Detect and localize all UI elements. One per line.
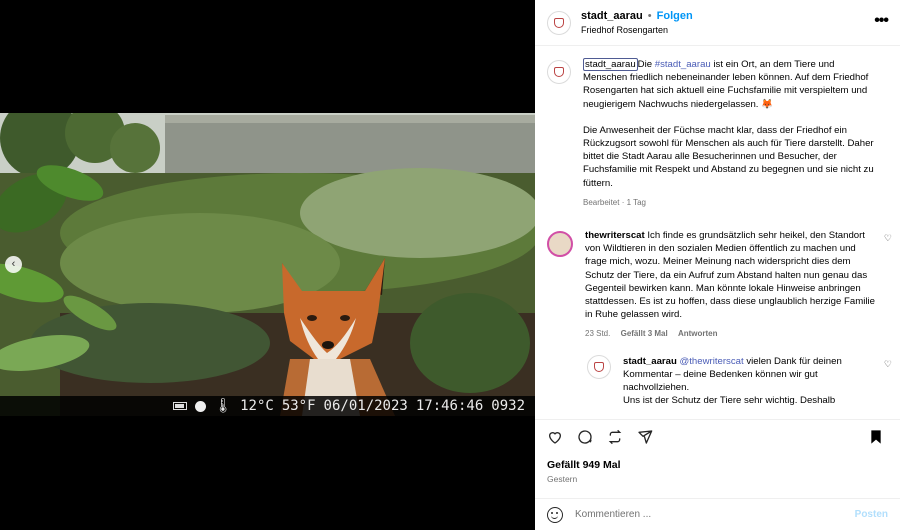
caption-meta: Bearbeitet · 1 Tag: [583, 197, 647, 207]
media-pane: 🌡 12°C 53°F 06/01/2023 17:46:46 0932 ‹: [0, 0, 535, 530]
reply-body: stadt_aarau @thewriterscat vielen Dank f…: [623, 355, 878, 408]
more-options-icon[interactable]: •••: [874, 12, 889, 30]
reply-text-2: Uns ist der Schutz der Tiere sehr wichti…: [623, 395, 836, 407]
avatar[interactable]: [547, 10, 571, 35]
caption-paragraph-1: stadt_aarau Die #stadt_aarau ist ein Ort,…: [583, 58, 875, 111]
comment-composer: Posten: [535, 498, 900, 530]
instagram-post-modal: 🌡 12°C 53°F 06/01/2023 17:46:46 0932 ‹ s…: [0, 0, 900, 530]
osd-time: 17:46:46: [415, 398, 484, 414]
emoji-icon[interactable]: [547, 506, 563, 523]
osd-temp-c: 12°C: [240, 398, 274, 414]
reply-button[interactable]: Antworten: [678, 329, 718, 338]
header-line: stadt_aarau • Folgen: [581, 10, 693, 22]
post-side-panel: stadt_aarau • Folgen Friedhof Rosengarte…: [535, 0, 900, 530]
bookmark-icon[interactable]: [868, 429, 884, 445]
action-bar: [547, 422, 888, 452]
repost-icon[interactable]: [607, 429, 623, 445]
likes-count[interactable]: Gefällt 949 Mal: [547, 459, 621, 471]
comment-meta: 23 Std. Gefällt 3 Mal Antworten: [585, 327, 877, 340]
comment-likes[interactable]: Gefällt 3 Mal: [621, 329, 668, 338]
city-crest-icon: [554, 17, 564, 28]
comment-item: thewriterscat Ich finde es grundsätzlich…: [535, 209, 900, 341]
avatar[interactable]: [547, 231, 573, 258]
header-username[interactable]: stadt_aarau: [581, 10, 643, 22]
reply-text-block: stadt_aarau @thewriterscat vielen Dank f…: [623, 355, 878, 395]
location-link[interactable]: Friedhof Rosengarten: [581, 25, 693, 35]
like-comment-heart-icon[interactable]: ♡: [884, 233, 892, 244]
reply-item: stadt_aarau @thewriterscat vielen Dank f…: [535, 341, 900, 408]
header-separator: •: [647, 10, 652, 22]
hashtag-link[interactable]: #stadt_aarau: [655, 59, 711, 70]
osd-date: 06/01/2023: [323, 398, 408, 414]
caption-paragraph-2: Die Anwesenheit der Füchse macht klar, d…: [583, 124, 874, 189]
osd-frame: 0932: [491, 398, 525, 414]
avatar[interactable]: [547, 60, 571, 84]
post-header: stadt_aarau • Folgen Friedhof Rosengarte…: [535, 0, 900, 46]
caption-body: stadt_aarau Die #stadt_aarau ist ein Ort,…: [583, 58, 875, 209]
thermometer-icon: 🌡: [214, 398, 233, 414]
comment-text-block: thewriterscat Ich finde es grundsätzlich…: [585, 229, 877, 321]
share-icon[interactable]: [637, 429, 653, 445]
fox-photo-illustration: [0, 113, 535, 416]
moon-icon: [195, 400, 207, 412]
comment-time: 23 Std.: [585, 329, 611, 339]
camera-osd: 🌡 12°C 53°F 06/01/2023 17:46:46 0932: [0, 396, 535, 416]
battery-icon: [173, 402, 188, 410]
reply-username[interactable]: stadt_aarau: [623, 356, 677, 367]
city-crest-icon: [554, 67, 564, 77]
follow-button[interactable]: Folgen: [657, 10, 693, 22]
city-crest-icon: [594, 361, 604, 372]
like-reply-heart-icon[interactable]: ♡: [884, 359, 892, 370]
post-date: Gestern: [547, 474, 578, 484]
chevron-left-icon: ‹: [11, 258, 16, 270]
mention-link[interactable]: @thewriterscat: [680, 356, 744, 367]
previous-image-button[interactable]: ‹: [5, 256, 22, 273]
heart-icon[interactable]: [547, 429, 563, 445]
comment-body: thewriterscat Ich finde es grundsätzlich…: [585, 229, 877, 341]
header-text: stadt_aarau • Folgen Friedhof Rosengarte…: [581, 10, 693, 35]
caption-username[interactable]: stadt_aarau: [583, 58, 638, 71]
comment-text: Ich finde es grundsätzlich sehr heikel, …: [585, 230, 875, 321]
comments-section[interactable]: stadt_aarau Die #stadt_aarau ist ein Ort,…: [535, 46, 900, 420]
comment-username[interactable]: thewriterscat: [585, 230, 645, 241]
caption-text-before: Die: [637, 59, 655, 70]
comment-icon[interactable]: [577, 429, 593, 445]
comment-input[interactable]: [575, 509, 855, 520]
post-button[interactable]: Posten: [855, 509, 888, 520]
fox-photo: 🌡 12°C 53°F 06/01/2023 17:46:46 0932: [0, 113, 535, 416]
osd-temp-f: 53°F: [281, 398, 316, 414]
caption-entry: stadt_aarau Die #stadt_aarau ist ein Ort,…: [535, 46, 900, 209]
avatar[interactable]: [587, 354, 611, 379]
